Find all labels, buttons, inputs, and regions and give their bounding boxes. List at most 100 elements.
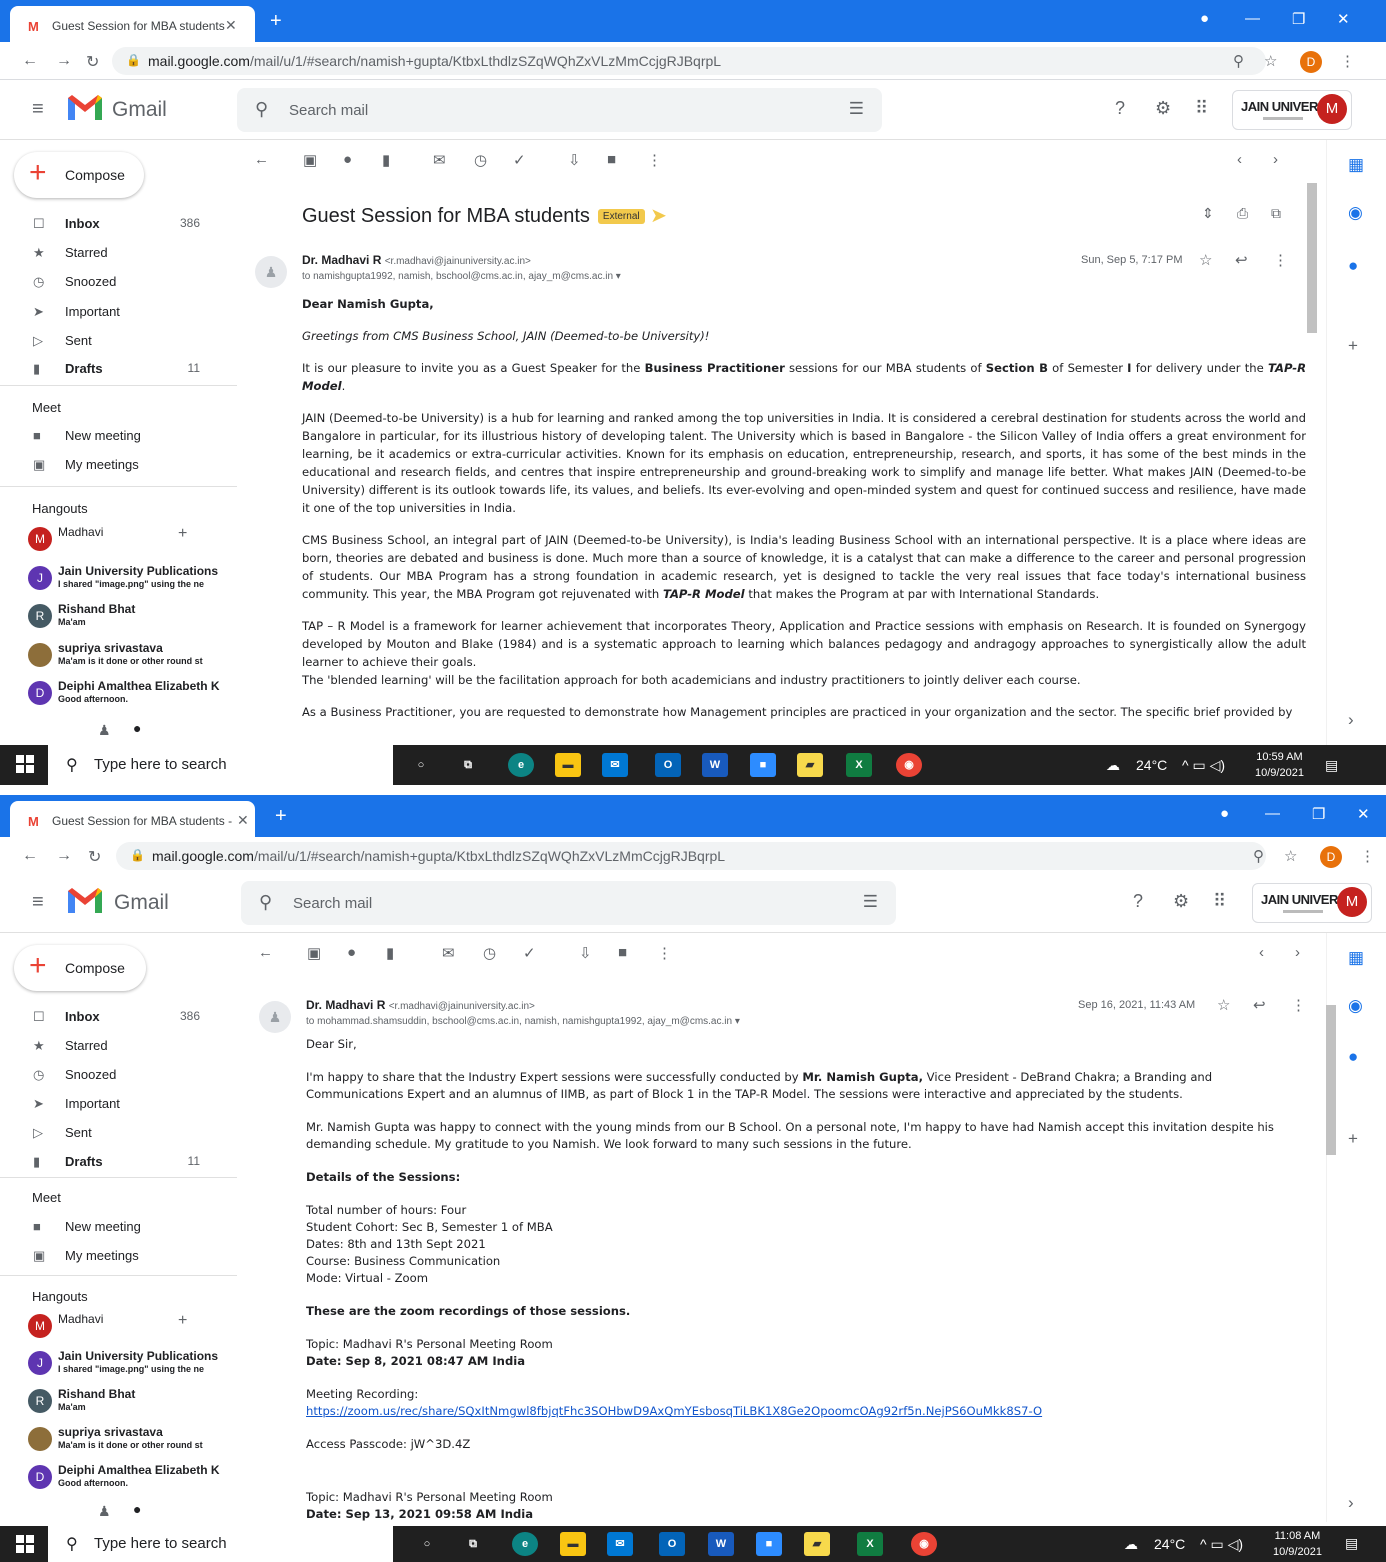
sidebar-item-snoozed[interactable]: ◷ Snoozed [0, 268, 220, 297]
calendar-app-icon[interactable]: ▦ [1348, 155, 1364, 175]
get-addons-icon[interactable]: + [1348, 1129, 1358, 1149]
notifications-icon[interactable]: ▤ [1345, 1535, 1358, 1552]
main-menu-icon[interactable]: ≡ [32, 98, 44, 121]
browser-menu-icon[interactable]: ⋮ [1340, 52, 1355, 70]
account-avatar[interactable]: M [1317, 94, 1347, 124]
hangout-contact[interactable]: R Rishand Bhat Ma'am [28, 600, 228, 636]
weather-temp[interactable]: 24°C [1136, 757, 1167, 773]
browser-profile-avatar[interactable]: D [1320, 846, 1342, 868]
browser-menu-icon[interactable]: ⋮ [1360, 847, 1375, 865]
chrome-icon[interactable]: ◉ [896, 753, 922, 777]
search-input[interactable]: Search mail [289, 102, 368, 119]
hangout-contact[interactable]: J Jain University Publications I shared "i… [28, 562, 228, 598]
mark-unread-icon[interactable]: ✉ [442, 944, 455, 962]
sender[interactable]: Dr. Madhavi R <r.madhavi@jainuniversity.… [306, 998, 535, 1012]
delete-icon[interactable]: ▮ [382, 151, 390, 169]
add-task-icon[interactable]: ✓ [513, 151, 526, 169]
weather-temp[interactable]: 24°C [1154, 1536, 1185, 1552]
sidebar-item-important[interactable]: ➤ Important [0, 1090, 220, 1119]
bookmark-star-icon[interactable]: ☆ [1284, 847, 1297, 865]
new-tab-icon[interactable]: + [270, 10, 282, 33]
browser-profile-avatar[interactable]: D [1300, 51, 1322, 73]
edge-browser-icon[interactable]: e [508, 753, 534, 777]
expand-all-icon[interactable]: ⇕ [1202, 205, 1214, 222]
hangouts-icon[interactable]: ● [133, 720, 141, 736]
edge-browser-icon[interactable]: e [512, 1532, 538, 1556]
mail-app-icon[interactable]: ✉ [607, 1532, 633, 1556]
outlook-icon[interactable]: O [655, 753, 681, 777]
scrollbar[interactable] [1307, 183, 1317, 333]
file-explorer-icon[interactable]: ▬ [555, 753, 581, 777]
search-icon[interactable]: ⚲ [255, 99, 268, 120]
sidebar-item-inbox[interactable]: ☐ Inbox 386 [0, 1003, 220, 1032]
label-icon[interactable]: ■ [618, 944, 627, 961]
contacts-icon[interactable]: ♟ [98, 1503, 111, 1520]
word-icon[interactable]: W [702, 753, 728, 777]
search-input[interactable]: Search mail [293, 895, 372, 912]
snooze-icon[interactable]: ◷ [474, 151, 487, 169]
get-addons-icon[interactable]: + [1348, 336, 1358, 356]
back-icon[interactable]: ← [22, 52, 38, 70]
sidebar-item-sent[interactable]: ▷ Sent [0, 327, 220, 356]
move-to-icon[interactable]: ⇩ [579, 944, 592, 962]
scrollbar[interactable] [1326, 1005, 1336, 1155]
report-spam-icon[interactable]: ● [343, 151, 352, 168]
restore-icon[interactable]: ❐ [1292, 10, 1305, 28]
search-bar[interactable]: ⚲ Search mail ☰ [241, 881, 896, 925]
help-icon[interactable]: ? [1115, 98, 1125, 119]
back-to-list-icon[interactable]: ← [254, 151, 269, 168]
help-icon[interactable]: ? [1133, 891, 1143, 912]
forward-icon[interactable]: → [56, 847, 72, 865]
importance-marker-icon[interactable]: ➤ [650, 205, 667, 227]
reply-icon[interactable]: ↩ [1235, 251, 1248, 269]
mail-app-icon[interactable]: ✉ [602, 753, 628, 777]
hangout-contact[interactable]: J Jain University Publications I shared "i… [28, 1347, 228, 1383]
cortana-icon[interactable]: ○ [414, 1532, 440, 1556]
zoom-app-icon[interactable]: ■ [750, 753, 776, 777]
notifications-icon[interactable]: ▤ [1325, 757, 1338, 774]
tray-icons[interactable]: ^ ▭ ◁) [1200, 1536, 1243, 1553]
chrome-icon[interactable]: ◉ [911, 1532, 937, 1556]
close-tab-icon[interactable]: ✕ [237, 812, 249, 829]
url-field[interactable]: 🔒 mail.google.com/mail/u/1/#search/namis… [116, 842, 1266, 870]
profile-menu-icon[interactable]: ● [1200, 10, 1209, 27]
new-tab-icon[interactable]: + [275, 805, 287, 828]
move-to-icon[interactable]: ⇩ [568, 151, 581, 169]
older-icon[interactable]: › [1295, 944, 1300, 961]
tasks-app-icon[interactable]: ◉ [1348, 996, 1363, 1016]
show-panel-icon[interactable]: › [1348, 1493, 1354, 1513]
sticky-notes-icon[interactable]: ▰ [804, 1532, 830, 1556]
message-more-icon[interactable]: ⋮ [1273, 251, 1288, 269]
sender[interactable]: Dr. Madhavi R <r.madhavi@jainuniversity.… [302, 253, 531, 267]
zoom-icon[interactable]: ⚲ [1233, 52, 1244, 70]
add-chat-icon[interactable]: + [178, 1312, 187, 1330]
excel-icon[interactable]: X [857, 1532, 883, 1556]
older-icon[interactable]: › [1273, 151, 1278, 168]
settings-gear-icon[interactable]: ⚙ [1155, 98, 1171, 119]
sticky-notes-icon[interactable]: ▰ [797, 753, 823, 777]
sidebar-item-snoozed[interactable]: ◷ Snoozed [0, 1061, 220, 1090]
more-options-icon[interactable]: ⋮ [647, 151, 662, 169]
windows-start-icon[interactable] [16, 1535, 34, 1553]
newer-icon[interactable]: ‹ [1237, 151, 1242, 168]
account-avatar[interactable]: M [1337, 887, 1367, 917]
zoom-recording-link[interactable]: https://zoom.us/rec/share/SQxItNmgwl8fbj… [306, 1403, 1304, 1420]
weather-icon[interactable]: ☁ [1124, 1536, 1138, 1553]
contacts-icon[interactable]: ♟ [98, 722, 111, 739]
sidebar-item-inbox[interactable]: ☐ Inbox 386 [0, 210, 220, 239]
reply-icon[interactable]: ↩ [1253, 996, 1266, 1014]
star-icon[interactable]: ☆ [1199, 251, 1212, 269]
windows-start-icon[interactable] [16, 755, 34, 773]
report-spam-icon[interactable]: ● [347, 944, 356, 961]
contacts-app-icon[interactable]: ● [1348, 1047, 1358, 1067]
zoom-app-icon[interactable]: ■ [756, 1532, 782, 1556]
hangouts-me[interactable]: M Madhavi + [28, 1310, 228, 1346]
hangouts-me[interactable]: M Madhavi + [28, 523, 228, 559]
file-explorer-icon[interactable]: ▬ [560, 1532, 586, 1556]
search-icon[interactable]: ⚲ [259, 892, 272, 913]
archive-icon[interactable]: ▣ [307, 944, 321, 962]
sidebar-item-starred[interactable]: ★ Starred [0, 1032, 220, 1061]
compose-button[interactable]: + Compose [14, 945, 146, 991]
delete-icon[interactable]: ▮ [386, 944, 394, 962]
star-icon[interactable]: ☆ [1217, 996, 1230, 1014]
